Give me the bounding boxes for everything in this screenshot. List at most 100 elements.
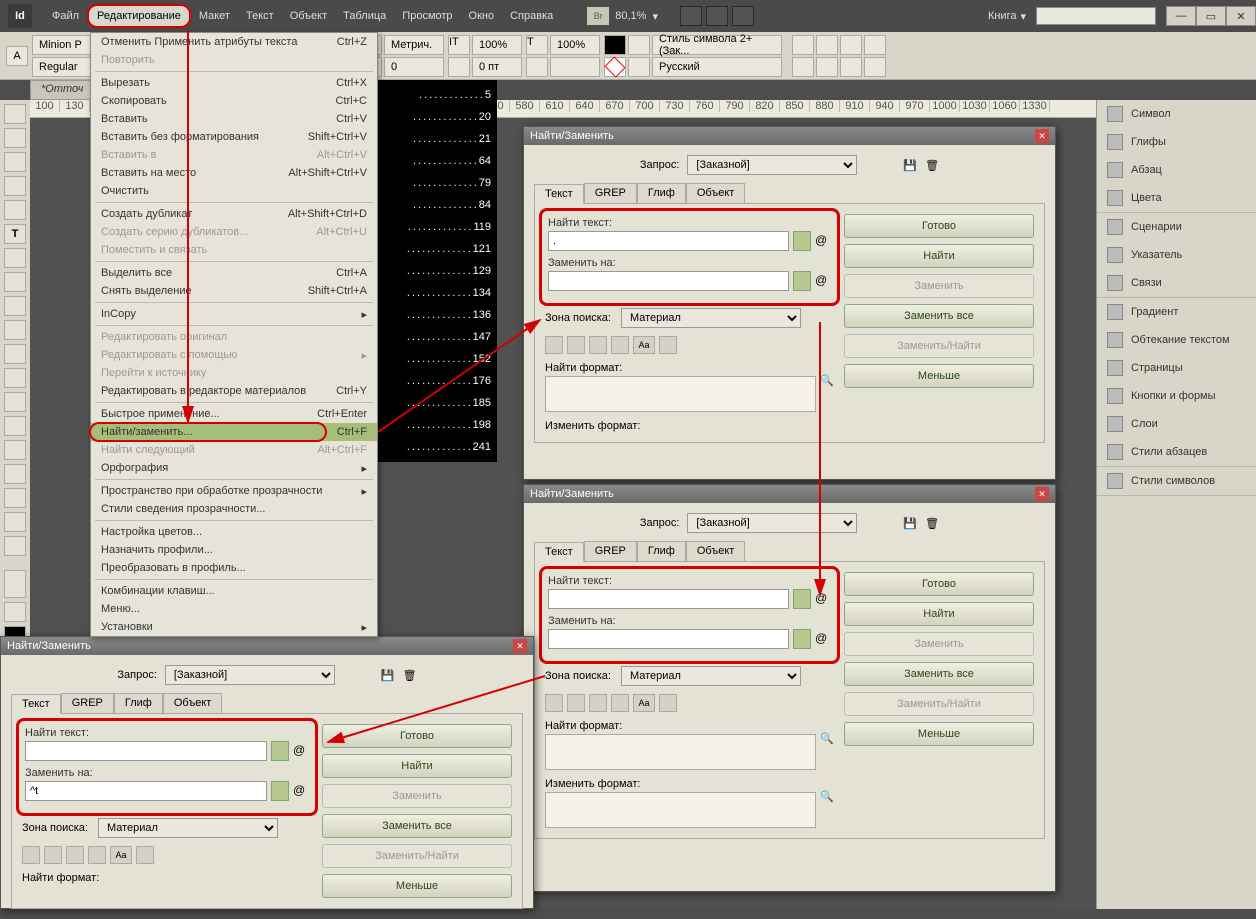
find-button[interactable]: Найти (844, 244, 1034, 268)
changeall-button[interactable]: Заменить все (844, 304, 1034, 328)
done-button[interactable]: Готово (322, 724, 512, 748)
done-button[interactable]: Готово (844, 572, 1034, 596)
skew-field[interactable] (550, 57, 600, 77)
align-3[interactable] (840, 35, 862, 55)
find-format-specify-icon[interactable]: 🔍 (820, 732, 834, 745)
tab-grep[interactable]: GREP (61, 693, 114, 713)
edit-menu-item[interactable]: Снять выделениеShift+Ctrl+A (91, 282, 377, 300)
note-tool[interactable] (4, 464, 26, 484)
edit-menu-item[interactable]: Назначить профили... (91, 541, 377, 559)
less-button[interactable]: Меньше (844, 364, 1034, 388)
workspace-label[interactable]: Книга (988, 10, 1017, 22)
close-icon[interactable]: ✕ (1035, 487, 1049, 501)
align-2[interactable] (816, 35, 838, 55)
panel-tab[interactable]: Символ (1097, 100, 1256, 128)
edit-menu-item[interactable]: Пространство при обработке прозрачности▸ (91, 482, 377, 500)
vscale-field[interactable]: 100% (472, 35, 522, 55)
align-5[interactable] (792, 57, 814, 77)
whole-word-icon[interactable] (659, 336, 677, 354)
zone-select[interactable]: Материал (98, 818, 278, 838)
done-button[interactable]: Готово (844, 214, 1034, 238)
gradient-tool[interactable] (4, 416, 26, 436)
find-button[interactable]: Найти (844, 602, 1034, 626)
delete-query-icon[interactable]: 🗑 (403, 669, 417, 682)
edit-menu-item[interactable]: Стили сведения прозрачности... (91, 500, 377, 518)
transform-tool[interactable] (4, 392, 26, 412)
zoom-level[interactable]: 80,1% (615, 10, 646, 22)
panel-tab[interactable]: Кнопки и формы (1097, 382, 1256, 410)
selection-tool[interactable] (4, 104, 26, 124)
menu-window[interactable]: Окно (461, 6, 503, 26)
tab-text[interactable]: Текст (534, 542, 584, 562)
dialog-titlebar[interactable]: Найти/Заменить✕ (524, 127, 1055, 145)
baseline-field[interactable]: 0 пт (472, 57, 522, 77)
panel-tab[interactable]: Страницы (1097, 354, 1256, 382)
change-format-specify-icon[interactable]: 🔍 (820, 790, 834, 803)
panel-tab[interactable]: Слои (1097, 410, 1256, 438)
tab-grep[interactable]: GREP (584, 541, 637, 561)
frame-tool[interactable] (4, 320, 26, 340)
menu-help[interactable]: Справка (502, 6, 561, 26)
panel-tab[interactable]: Градиент (1097, 298, 1256, 326)
edit-menu-item[interactable]: Создать дубликатAlt+Shift+Ctrl+D (91, 205, 377, 223)
scope-icon-3[interactable] (589, 694, 607, 712)
close-button[interactable]: ✕ (1226, 6, 1256, 26)
query-select[interactable]: [Заказной] (165, 665, 335, 685)
edit-menu-item[interactable]: Комбинации клавиш... (91, 582, 377, 600)
bridge-button[interactable]: Br (587, 7, 609, 25)
edit-menu-item[interactable]: Орфография▸ (91, 459, 377, 477)
replace-input[interactable] (548, 271, 789, 291)
find-special-icon[interactable]: @ (815, 233, 831, 249)
changeall-button[interactable]: Заменить все (322, 814, 512, 838)
dialog-titlebar[interactable]: Найти/Заменить✕ (524, 485, 1055, 503)
tracking-field[interactable]: 0 (384, 57, 444, 77)
minimize-button[interactable]: — (1166, 6, 1196, 26)
panel-tab[interactable]: Стили символов (1097, 467, 1256, 495)
content-tool[interactable] (4, 200, 26, 220)
replace-special-icon[interactable]: @ (815, 273, 831, 289)
edit-menu-item[interactable]: Отменить Применить атрибуты текстаCtrl+Z (91, 33, 377, 51)
scope-icon-1[interactable] (545, 694, 563, 712)
edit-menu-item[interactable]: Преобразовать в профиль... (91, 559, 377, 577)
close-icon[interactable]: ✕ (513, 639, 527, 653)
query-select[interactable]: [Заказной] (687, 155, 857, 175)
edit-menu-item[interactable]: Установки▸ (91, 618, 377, 636)
less-button[interactable]: Меньше (844, 722, 1034, 746)
find-dropdown[interactable] (271, 741, 289, 761)
scope-icon-4[interactable] (611, 694, 629, 712)
changeall-button[interactable]: Заменить все (844, 662, 1034, 686)
tab-glyph[interactable]: Глиф (637, 183, 686, 203)
replace-input[interactable] (548, 629, 789, 649)
rect-tool[interactable] (4, 344, 26, 364)
hand-tool[interactable] (4, 512, 26, 532)
edit-menu-item[interactable]: СкопироватьCtrl+C (91, 92, 377, 110)
search-input[interactable] (1036, 7, 1156, 25)
menu-text[interactable]: Текст (238, 6, 282, 26)
less-button[interactable]: Меньше (322, 874, 512, 898)
scope-icon-2[interactable] (44, 846, 62, 864)
change-button[interactable]: Заменить (844, 274, 1034, 298)
edit-menu-item[interactable]: Вставить без форматированияShift+Ctrl+V (91, 128, 377, 146)
view-mode-2[interactable] (706, 6, 728, 26)
gap-tool[interactable] (4, 176, 26, 196)
case-icon[interactable]: Aa (110, 846, 132, 864)
scope-icon-1[interactable] (22, 846, 40, 864)
scope-icon-4[interactable] (611, 336, 629, 354)
tab-object[interactable]: Объект (686, 541, 745, 561)
replace-dropdown[interactable] (271, 781, 289, 801)
scope-icon-3[interactable] (589, 336, 607, 354)
panel-tab[interactable]: Связи (1097, 269, 1256, 297)
align-4[interactable] (864, 35, 886, 55)
menu-view[interactable]: Просмотр (394, 6, 460, 26)
tab-grep[interactable]: GREP (584, 183, 637, 203)
line-tool[interactable] (4, 248, 26, 268)
edit-menu-item[interactable]: Вставить на местоAlt+Shift+Ctrl+V (91, 164, 377, 182)
zone-select[interactable]: Материал (621, 666, 801, 686)
panel-tab[interactable]: Стили абзацев (1097, 438, 1256, 466)
eyedropper-tool[interactable] (4, 488, 26, 508)
stroke-icon[interactable] (604, 57, 626, 77)
change-button[interactable]: Заменить (844, 632, 1034, 656)
panel-tab[interactable]: Сценарии (1097, 213, 1256, 241)
find-text-input[interactable] (548, 231, 789, 251)
tab-glyph[interactable]: Глиф (637, 541, 686, 561)
